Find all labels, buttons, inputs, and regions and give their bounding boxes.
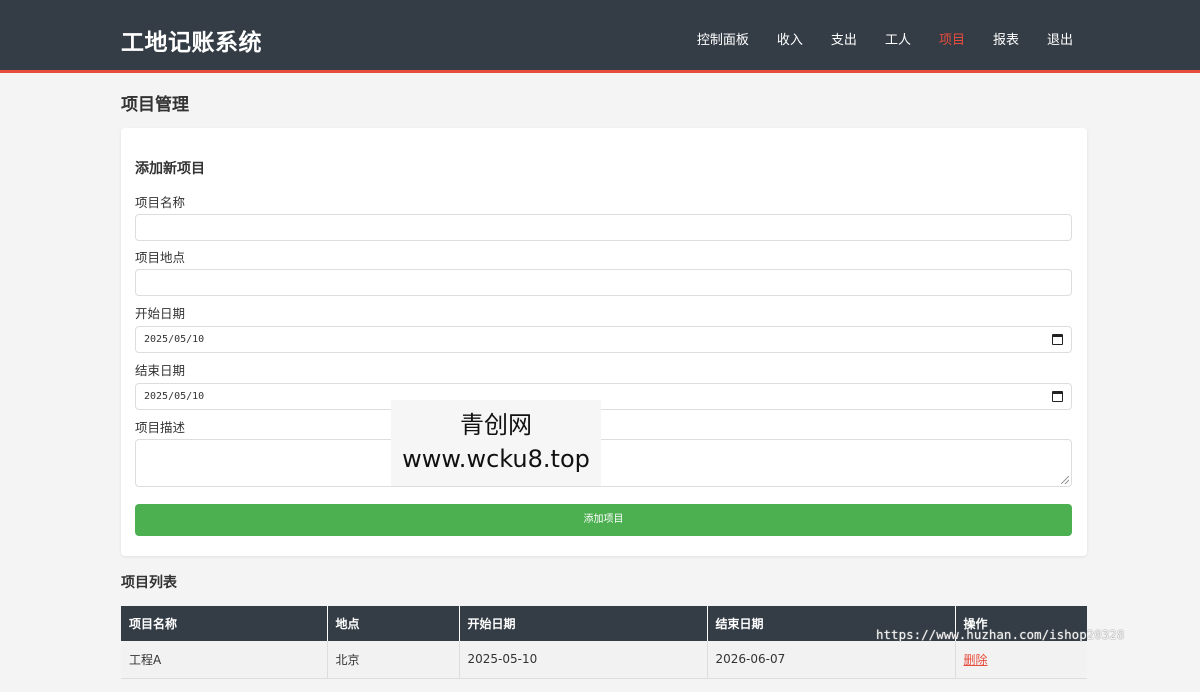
- watermark-line1: 青创网: [460, 411, 532, 439]
- add-project-card: 添加新项目 项目名称 项目地点 开始日期 2025/05/10 结束日期 202…: [121, 128, 1087, 556]
- table-row: 工程A 北京 2025-05-10 2026-06-07 删除: [121, 641, 1087, 679]
- cell-location: 北京: [327, 641, 460, 679]
- start-date-label: 开始日期: [135, 306, 186, 321]
- nav-dashboard[interactable]: 控制面板: [697, 29, 749, 48]
- watermark-url: https://www.huzhan.com/ishop20328: [876, 627, 1125, 642]
- project-location-input[interactable]: [135, 269, 1072, 296]
- project-description-textarea[interactable]: [135, 439, 1072, 487]
- description-label: 项目描述: [135, 420, 186, 435]
- project-name-input[interactable]: [135, 214, 1072, 241]
- watermark-box: 青创网 www.wcku8.top: [391, 400, 601, 486]
- main-nav: 控制面板 收入 支出 工人 项目 报表 退出: [669, 29, 1073, 48]
- col-start: 开始日期: [459, 606, 708, 641]
- name-label: 项目名称: [135, 195, 186, 210]
- start-date-input[interactable]: 2025/05/10: [135, 326, 1072, 353]
- nav-workers[interactable]: 工人: [885, 29, 911, 48]
- cell-start: 2025-05-10: [459, 641, 708, 679]
- end-date-label: 结束日期: [135, 363, 186, 378]
- nav-reports[interactable]: 报表: [993, 29, 1019, 48]
- location-label: 项目地点: [135, 250, 186, 265]
- project-table: 项目名称 地点 开始日期 结束日期 操作 工程A 北京 2025-05-10 2…: [121, 606, 1087, 679]
- top-header: 工地记账系统 控制面板 收入 支出 工人 项目 报表 退出: [0, 0, 1200, 73]
- nav-expense[interactable]: 支出: [831, 29, 857, 48]
- col-location: 地点: [327, 606, 460, 641]
- end-date-input[interactable]: 2025/05/10: [135, 383, 1072, 410]
- cell-end: 2026-06-07: [707, 641, 956, 679]
- calendar-icon[interactable]: [1052, 391, 1063, 402]
- form-title: 添加新项目: [135, 161, 205, 177]
- col-name: 项目名称: [121, 606, 328, 641]
- list-title: 项目列表: [121, 575, 177, 591]
- cell-action: 删除: [955, 641, 1087, 679]
- start-date-value: 2025/05/10: [144, 334, 205, 345]
- nav-income[interactable]: 收入: [777, 29, 803, 48]
- end-date-value: 2025/05/10: [144, 391, 205, 402]
- calendar-icon[interactable]: [1052, 334, 1063, 345]
- nav-logout[interactable]: 退出: [1047, 29, 1073, 48]
- app-brand: 工地记账系统: [121, 30, 262, 56]
- add-project-button[interactable]: 添加项目: [135, 504, 1072, 536]
- delete-link[interactable]: 删除: [964, 653, 988, 667]
- page-title: 项目管理: [121, 95, 189, 115]
- cell-name: 工程A: [121, 641, 328, 679]
- nav-projects[interactable]: 项目: [939, 29, 965, 48]
- resize-handle-icon[interactable]: [1061, 476, 1069, 484]
- watermark-line2: www.wcku8.top: [402, 445, 590, 473]
